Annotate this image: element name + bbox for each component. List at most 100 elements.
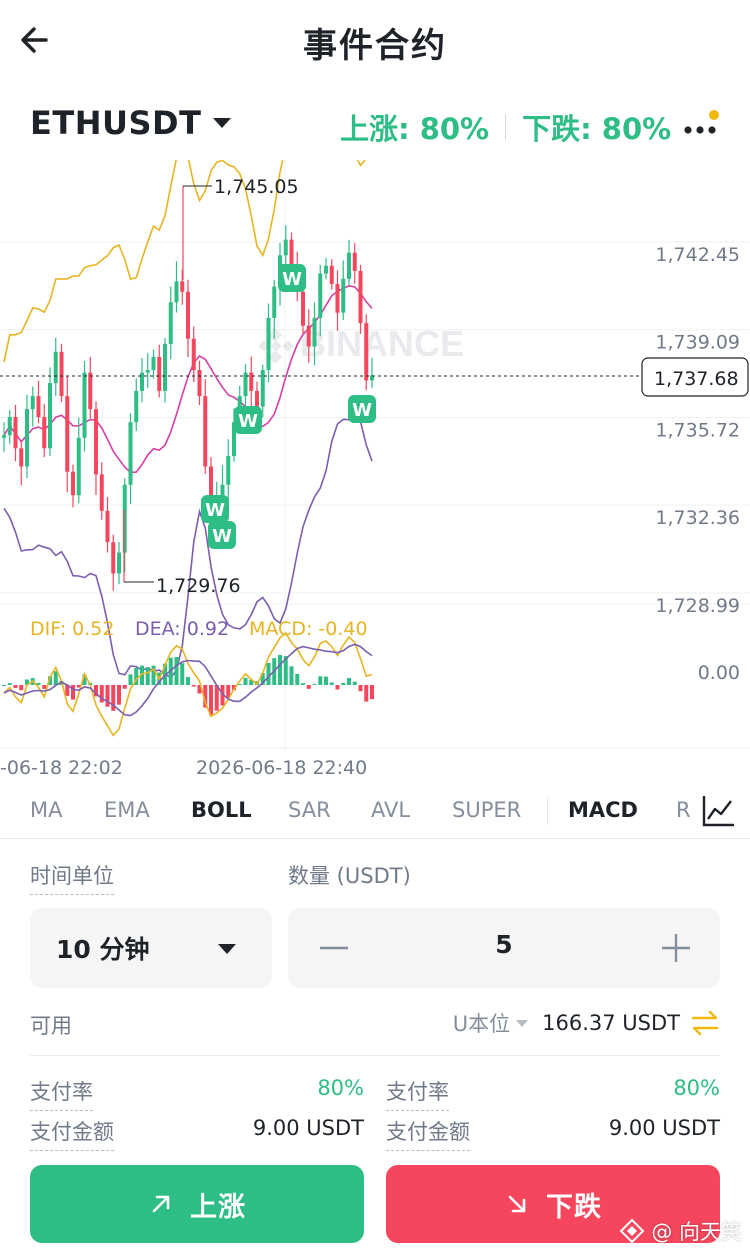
macd-histogram-bar (306, 685, 311, 689)
candle-body (255, 390, 259, 407)
chart-line-icon[interactable] (700, 792, 738, 830)
candle-body (168, 302, 173, 344)
margin-unit-select[interactable]: U本位 (453, 1008, 542, 1038)
candle-body (335, 283, 340, 313)
tab-macd[interactable]: MACD (568, 798, 638, 822)
down-rate: 下跌: 80% (522, 112, 672, 146)
unit-label: U本位 (452, 1012, 511, 1036)
price-chart[interactable]: BINANCE WWWWW 1,742.451,739.091,735.721,… (0, 160, 750, 785)
win-marker: W (278, 264, 306, 292)
macd-histogram-bar (2, 685, 6, 686)
pair-row: ETHUSDT 上涨: 80% 下跌: 80% (0, 100, 750, 156)
x-label-left: -06-18 22:02 (0, 757, 123, 779)
up-button-label: 上涨 (190, 1191, 246, 1223)
time-unit-select[interactable]: 10 分钟 (30, 908, 272, 988)
tab-super[interactable]: SUPER (452, 798, 521, 822)
macd-value: MACD: -0.40 (249, 618, 368, 640)
candle-body (266, 317, 271, 371)
time-unit-label: 时间单位 (30, 860, 114, 895)
chevron-down-icon (218, 944, 236, 954)
macd-histogram-bar (122, 685, 127, 689)
up-rate: 上涨: 80% (340, 112, 490, 146)
macd-histogram-bar (105, 685, 110, 707)
macd-histogram-bar (117, 685, 121, 705)
candle-body (25, 409, 29, 467)
macd-histogram-bar (278, 654, 282, 685)
available-balance: 166.37 USDT (542, 1011, 680, 1035)
candle-body (13, 416, 18, 449)
plus-icon[interactable] (658, 930, 694, 966)
tab-ma[interactable]: MA (30, 798, 62, 822)
macd-histogram-bar (318, 676, 323, 685)
tab-boll[interactable]: BOLL (191, 798, 252, 822)
page-title: 事件合约 (303, 26, 447, 66)
tab-ema[interactable]: EMA (104, 798, 150, 822)
macd-histogram-bar (174, 656, 179, 685)
candle-body (352, 252, 357, 271)
price-axis: 1,742.45 1,739.09 1,735.72 1,732.36 1,728.99 (655, 244, 740, 617)
candle-body (88, 372, 93, 410)
win-marker-label: W (352, 400, 372, 421)
macd-histogram-bar (243, 677, 248, 685)
high-label: 1,745.05 (214, 176, 299, 198)
candle-body (59, 351, 64, 397)
macd-histogram-bar (289, 666, 294, 685)
swap-icon[interactable] (690, 1008, 720, 1038)
arrow-up-right-icon (152, 1195, 170, 1213)
candle-body (329, 265, 334, 284)
candle-body (145, 370, 150, 373)
price-tick: 1,728.99 (655, 595, 740, 617)
macd-histogram-bar (352, 681, 357, 685)
tab-rsi[interactable]: R (676, 798, 691, 822)
quantity-stepper (288, 908, 720, 988)
x-label-right: 2026-06-18 22:40 (196, 757, 367, 779)
candle-body (301, 291, 305, 326)
macd-histogram-bar (145, 667, 150, 685)
candle-body (76, 437, 81, 496)
notification-dot (709, 110, 719, 120)
price-tick: 1,735.72 (655, 420, 740, 442)
macd-histogram-bar (128, 674, 133, 685)
macd-histogram-bar (191, 685, 196, 687)
candle-body (306, 325, 311, 347)
candle-body (2, 435, 6, 438)
macd-histogram-bar (71, 685, 75, 700)
high-annotation: 1,745.05 (183, 176, 299, 198)
candle-body (105, 510, 110, 543)
tabs-divider (0, 838, 750, 839)
candle-body (48, 383, 52, 449)
more-dots-icon[interactable] (680, 104, 724, 148)
candle-body (42, 416, 47, 449)
candle-body (7, 416, 12, 436)
indicator-tabs: MA EMA BOLL SAR AVL SUPER MACD R (0, 786, 750, 836)
tab-avl[interactable]: AVL (371, 798, 410, 822)
tab-sar[interactable]: SAR (288, 798, 331, 822)
win-marker-label: W (212, 526, 232, 547)
minus-icon[interactable] (316, 930, 352, 966)
macd-histogram-bar (180, 663, 185, 685)
candle-body (272, 286, 277, 318)
candle-body (358, 270, 363, 324)
candles (2, 186, 374, 591)
macd-histogram-bar (341, 682, 346, 685)
up-button[interactable]: 上涨 (30, 1165, 364, 1243)
macd-histogram-bar (53, 671, 58, 685)
pay-rate-value: 80% (317, 1076, 364, 1100)
quantity-input[interactable] (388, 930, 620, 959)
macd-histogram-bar (324, 676, 328, 685)
macd-histogram-bar (370, 685, 374, 700)
macd-dif: DIF: 0.52 (30, 618, 114, 640)
win-marker-label: W (205, 500, 225, 521)
watermark-text: BINANCE (300, 323, 464, 364)
time-unit-value: 10 分钟 (56, 935, 150, 964)
macd-histogram-bar (301, 683, 305, 685)
top-bar: 事件合约 (0, 0, 750, 80)
candle-body (324, 265, 328, 274)
pair-selector[interactable]: ETHUSDT (30, 104, 232, 142)
payout-rates: 上涨: 80% 下跌: 80% (340, 106, 671, 148)
candle-body (203, 396, 208, 467)
macd-histogram-bar (335, 685, 340, 690)
candle-body (283, 239, 288, 256)
price-tick: 1,732.36 (655, 507, 740, 529)
available-label: 可用 (30, 1014, 72, 1038)
